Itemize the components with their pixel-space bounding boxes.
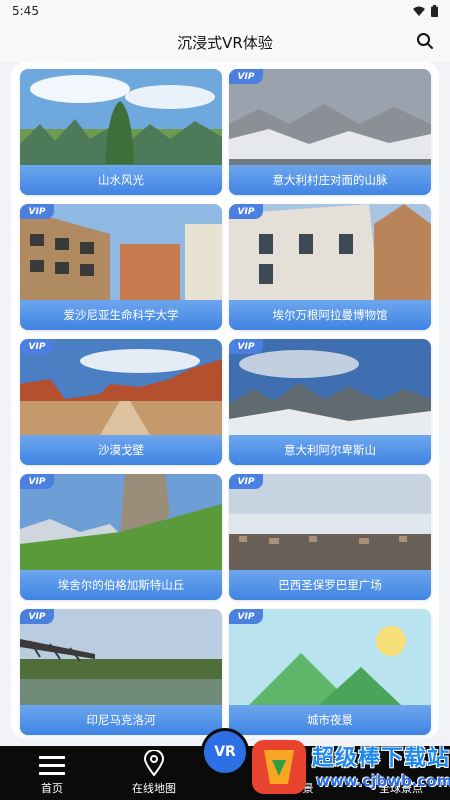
vip-badge: VIP [229, 474, 263, 489]
scene-card[interactable]: VIP 沙漠戈壁 [20, 339, 222, 465]
watermark-logo-icon [252, 740, 306, 794]
scene-card[interactable]: VIP 意大利村庄对面的山脉 [229, 69, 431, 195]
card-label: 意大利阿尔卑斯山 [229, 435, 431, 465]
card-label: 意大利村庄对面的山脉 [229, 165, 431, 195]
card-label: 埃舍尔的伯格加斯特山丘 [20, 570, 222, 600]
location-pin-icon [143, 750, 165, 776]
vip-badge: VIP [20, 609, 54, 624]
vr-button[interactable]: VR [201, 728, 249, 776]
card-label: 山水风光 [20, 165, 222, 195]
status-time: 5:45 [12, 4, 39, 18]
vip-badge: VIP [20, 474, 54, 489]
card-label: 巴西圣保罗巴里广场 [229, 570, 431, 600]
card-label: 印尼马克洛河 [20, 705, 222, 735]
nav-home-label: 首页 [41, 782, 63, 795]
scene-card[interactable]: VIP 埃尔万根阿拉曼博物馆 [229, 204, 431, 330]
scene-card[interactable]: VIP 巴西圣保罗巴里广场 [229, 474, 431, 600]
nav-map-label: 在线地图 [132, 782, 176, 795]
vip-badge: VIP [229, 609, 263, 624]
watermark-url: www.cjbwb.com [316, 772, 450, 790]
wifi-icon [413, 6, 425, 16]
vip-badge: VIP [20, 204, 54, 219]
card-label: 城市夜景 [229, 705, 431, 735]
vip-badge: VIP [229, 69, 263, 84]
app-header: 沉浸式VR体验 [0, 22, 450, 62]
scene-card[interactable]: 山水风光 [20, 69, 222, 195]
scene-card[interactable]: VIP 印尼马克洛河 [20, 609, 222, 735]
card-label: 沙漠戈壁 [20, 435, 222, 465]
page-title: 沉浸式VR体验 [177, 33, 273, 52]
card-label: 埃尔万根阿拉曼博物馆 [229, 300, 431, 330]
vip-badge: VIP [20, 339, 54, 354]
nav-home[interactable]: 首页 [22, 746, 82, 800]
scene-card[interactable]: VIP 爱沙尼亚生命科学大学 [20, 204, 222, 330]
scene-card[interactable]: VIP 城市夜景 [229, 609, 431, 735]
vip-badge: VIP [229, 204, 263, 219]
status-bar: 5:45 [0, 0, 450, 22]
menu-icon [39, 756, 65, 775]
battery-icon [431, 5, 438, 17]
scene-card[interactable]: VIP 埃舍尔的伯格加斯特山丘 [20, 474, 222, 600]
card-label: 爱沙尼亚生命科学大学 [20, 300, 222, 330]
search-icon[interactable] [416, 32, 434, 50]
scene-card[interactable]: VIP 意大利阿尔卑斯山 [229, 339, 431, 465]
nav-map[interactable]: 在线地图 [124, 746, 184, 800]
vip-badge: VIP [229, 339, 263, 354]
watermark: 超级棒下载站 www.cjbwb.com [246, 736, 450, 800]
watermark-title: 超级棒下载站 [312, 746, 450, 771]
